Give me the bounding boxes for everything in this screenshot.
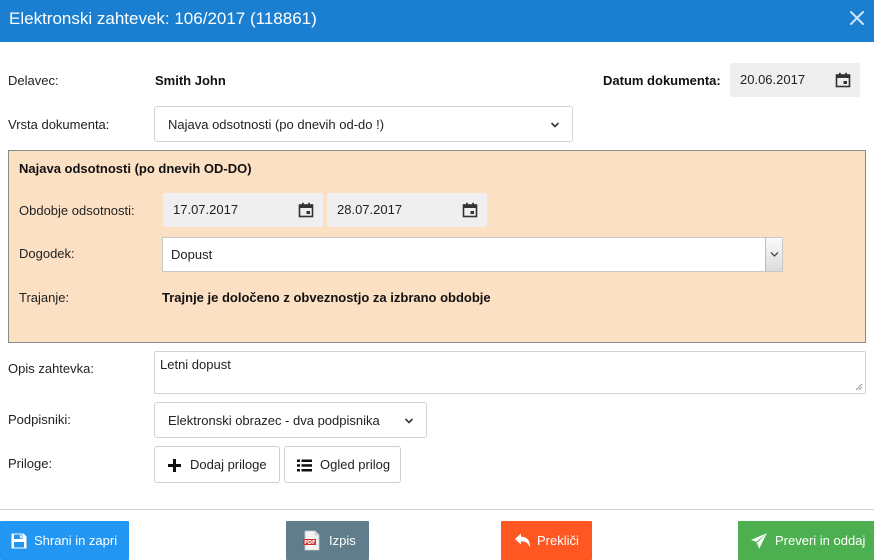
pdf-file-icon: PDF (303, 530, 320, 551)
footer-divider (0, 509, 874, 510)
chevron-down-icon (404, 418, 414, 424)
doc-date-label: Datum dokumenta: (603, 73, 721, 88)
date-from-field[interactable]: 17.07.2017 (163, 193, 323, 227)
description-label: Opis zahtevka: (8, 361, 94, 376)
doc-type-label: Vrsta dokumenta: (8, 117, 110, 132)
doc-date-value: 20.06.2017 (740, 72, 806, 87)
description-textarea[interactable]: Letni dopust (154, 351, 866, 394)
list-icon (297, 459, 312, 472)
verify-send-label: Preveri in oddaj (775, 533, 866, 548)
print-button[interactable]: PDF Izpis (286, 521, 369, 560)
doc-date-field[interactable]: 20.06.2017 (730, 63, 860, 97)
close-icon[interactable] (848, 9, 866, 27)
signers-select[interactable]: Elektronski obrazec - dva podpisnika (154, 402, 427, 438)
event-label: Dogodek: (19, 246, 75, 261)
save-close-button[interactable]: Shrani in zapri (0, 521, 129, 560)
description-value: Letni dopust (160, 357, 231, 372)
print-label: Izpis (329, 533, 356, 548)
paper-plane-icon (751, 533, 767, 549)
employee-value: Smith John (155, 73, 226, 88)
doc-type-select[interactable]: Najava odsotnosti (po dnevih od-do !) (154, 106, 573, 142)
view-attachments-button[interactable]: Ogled prilog (284, 446, 401, 483)
date-to-field[interactable]: 28.07.2017 (327, 193, 487, 227)
calendar-icon[interactable] (835, 72, 851, 88)
date-from-value: 17.07.2017 (173, 202, 239, 217)
add-attachment-label: Dodaj priloge (190, 457, 267, 472)
svg-text:PDF: PDF (304, 540, 315, 546)
chevron-down-icon (550, 122, 560, 128)
dialog-titlebar: Elektronski zahtevek: 106/2017 (118861) (0, 0, 874, 42)
doc-type-value: Najava odsotnosti (po dnevih od-do !) (168, 117, 385, 132)
calendar-icon[interactable] (462, 202, 478, 218)
view-attachments-label: Ogled prilog (320, 457, 391, 472)
floppy-disk-icon (11, 533, 27, 549)
resize-grip-icon[interactable] (855, 383, 863, 391)
signers-label: Podpisniki: (8, 412, 71, 427)
date-to-value: 28.07.2017 (337, 202, 403, 217)
undo-arrow-icon (515, 533, 530, 548)
cancel-label: Prekliči (537, 533, 579, 548)
cancel-button[interactable]: Prekliči (501, 521, 592, 560)
event-select-arrow[interactable] (765, 238, 782, 271)
plus-icon (168, 459, 181, 472)
dialog-title: Elektronski zahtevek: 106/2017 (118861) (9, 9, 317, 28)
attachments-label: Priloge: (8, 456, 53, 471)
event-value: Dopust (171, 247, 213, 262)
duration-label: Trajanje: (19, 290, 70, 305)
duration-value: Trajnje je določeno z obveznostjo za izb… (162, 290, 491, 305)
verify-send-button[interactable]: Preveri in oddaj (738, 521, 874, 560)
event-select[interactable]: Dopust (162, 237, 783, 272)
signers-value: Elektronski obrazec - dva podpisnika (168, 413, 380, 428)
add-attachment-button[interactable]: Dodaj priloge (154, 446, 280, 483)
save-close-label: Shrani in zapri (34, 533, 118, 548)
employee-label: Delavec: (8, 73, 59, 88)
absence-panel-heading: Najava odsotnosti (po dnevih OD-DO) (19, 161, 252, 176)
period-label: Obdobje odsotnosti: (19, 203, 135, 218)
calendar-icon[interactable] (298, 202, 314, 218)
chevron-down-icon (770, 252, 779, 257)
